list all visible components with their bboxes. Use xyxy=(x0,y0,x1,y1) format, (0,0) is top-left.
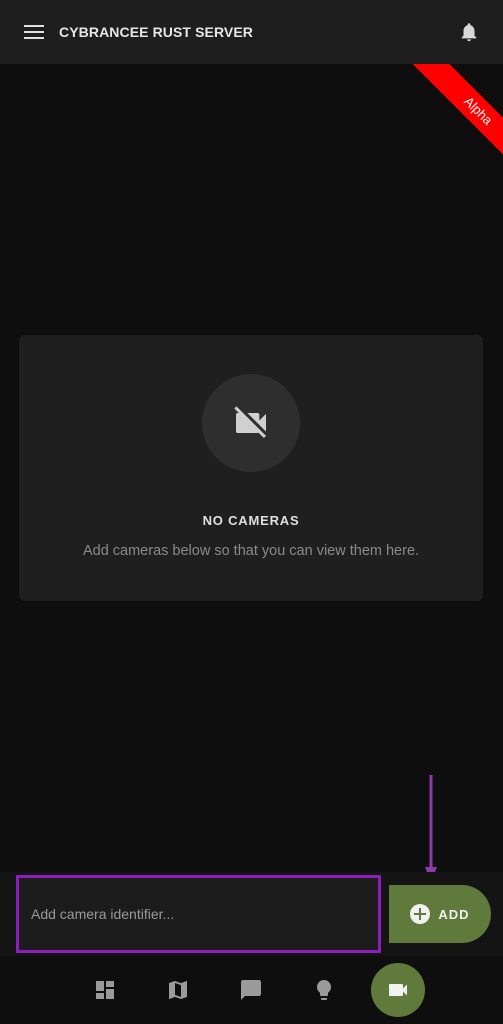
nav-map-icon[interactable] xyxy=(158,972,198,1008)
bell-icon[interactable] xyxy=(458,21,480,43)
add-camera-button[interactable]: ADD xyxy=(389,885,491,943)
alpha-label: Alpha xyxy=(408,64,503,181)
nav-lightbulb-icon[interactable] xyxy=(304,972,344,1008)
nav-video-camera-icon[interactable] xyxy=(371,963,425,1017)
app-title: CYBRANCEE RUST SERVER xyxy=(59,24,253,40)
hamburger-menu-icon[interactable] xyxy=(24,25,44,39)
nav-chat-icon[interactable] xyxy=(231,972,271,1008)
alpha-ribbon: Alpha xyxy=(383,64,503,184)
bottom-navigation xyxy=(0,956,503,1024)
empty-state-description: Add cameras below so that you can view t… xyxy=(82,543,420,559)
empty-state-card: NO CAMERAS Add cameras below so that you… xyxy=(19,335,483,601)
app-bar: CYBRANCEE RUST SERVER xyxy=(0,0,503,64)
arrow-down-icon xyxy=(425,775,437,883)
camera-identifier-input[interactable] xyxy=(16,875,381,953)
plus-circle-icon xyxy=(410,904,431,924)
video-off-icon xyxy=(202,374,300,472)
nav-dashboard-icon[interactable] xyxy=(85,972,125,1008)
empty-state-title: NO CAMERAS xyxy=(202,513,300,528)
add-button-label: ADD xyxy=(438,906,470,922)
